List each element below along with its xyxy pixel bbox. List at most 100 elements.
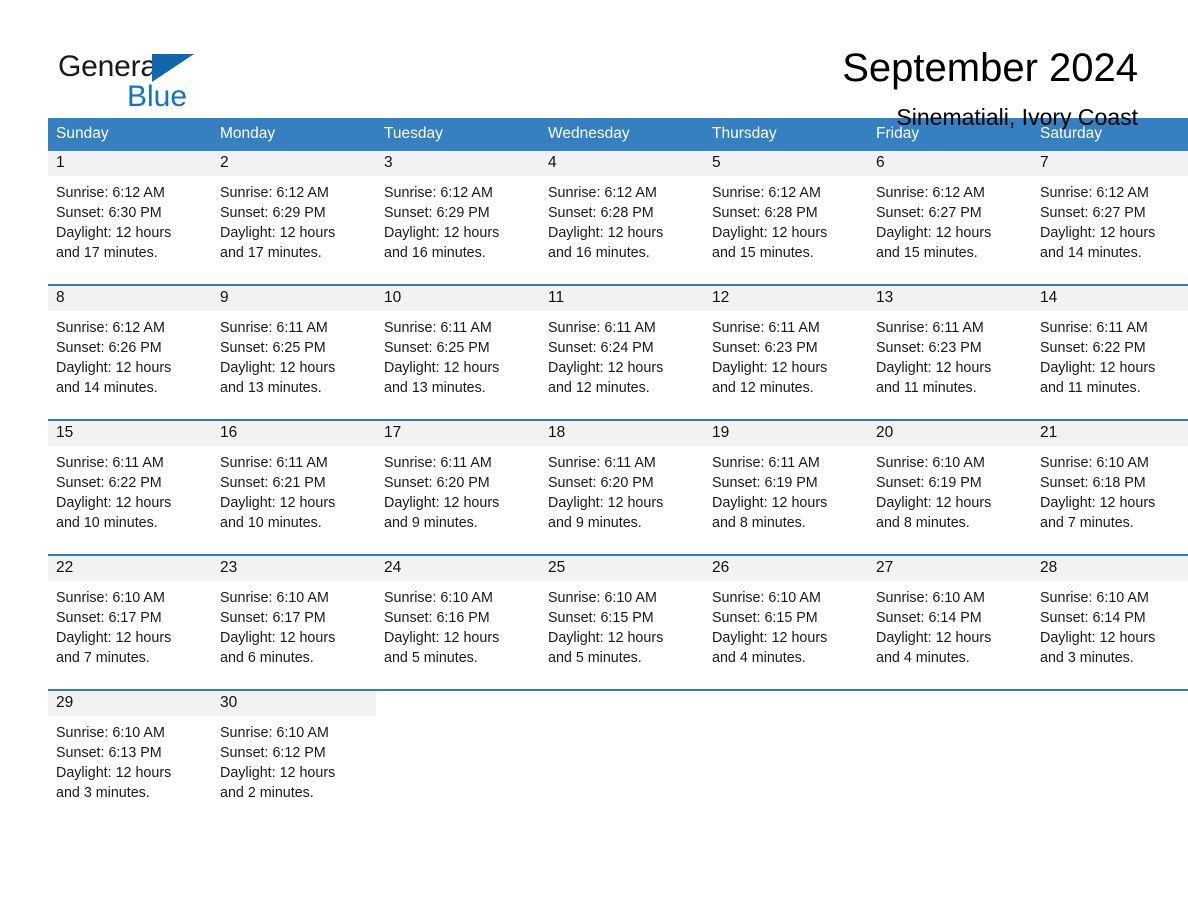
calendar-cell[interactable]: 25 Sunrise: 6:10 AM Sunset: 6:15 PM Dayl… xyxy=(540,554,704,690)
day-number: 22 xyxy=(56,559,74,576)
day-number-band: 15 xyxy=(48,421,212,446)
calendar-cell[interactable]: 7 Sunrise: 6:12 AM Sunset: 6:27 PM Dayli… xyxy=(1032,151,1188,285)
sunrise-text: Sunrise: 6:10 AM xyxy=(56,725,165,741)
day-number-band: 29 xyxy=(48,691,212,716)
calendar-cell[interactable]: 4 Sunrise: 6:12 AM Sunset: 6:28 PM Dayli… xyxy=(540,151,704,285)
sunset-text: Sunset: 6:19 PM xyxy=(876,475,982,491)
calendar-cell[interactable]: 13 Sunrise: 6:11 AM Sunset: 6:23 PM Dayl… xyxy=(868,284,1032,420)
day-number-band xyxy=(704,691,868,716)
daylight-text-cont: and 15 minutes. xyxy=(876,245,978,261)
daylight-text-cont: and 4 minutes. xyxy=(712,650,806,666)
calendar-cell[interactable]: 27 Sunrise: 6:10 AM Sunset: 6:14 PM Dayl… xyxy=(868,554,1032,690)
sunset-text: Sunset: 6:14 PM xyxy=(876,610,982,626)
day-cell: 7 Sunrise: 6:12 AM Sunset: 6:27 PM Dayli… xyxy=(1032,151,1188,284)
calendar-cell-empty xyxy=(540,689,704,824)
day-cell: 19 Sunrise: 6:11 AM Sunset: 6:19 PM Dayl… xyxy=(704,421,868,554)
calendar-cell[interactable]: 5 Sunrise: 6:12 AM Sunset: 6:28 PM Dayli… xyxy=(704,151,868,285)
calendar-cell[interactable]: 22 Sunrise: 6:10 AM Sunset: 6:17 PM Dayl… xyxy=(48,554,212,690)
calendar-cell[interactable]: 21 Sunrise: 6:10 AM Sunset: 6:18 PM Dayl… xyxy=(1032,419,1188,555)
sunrise-text: Sunrise: 6:12 AM xyxy=(548,185,657,201)
calendar-cell[interactable]: 29 Sunrise: 6:10 AM Sunset: 6:13 PM Dayl… xyxy=(48,689,212,824)
day-cell: 25 Sunrise: 6:10 AM Sunset: 6:15 PM Dayl… xyxy=(540,556,704,689)
calendar-cell[interactable]: 6 Sunrise: 6:12 AM Sunset: 6:27 PM Dayli… xyxy=(868,151,1032,285)
blue-triangle-icon xyxy=(152,54,194,82)
calendar-cell[interactable]: 28 Sunrise: 6:10 AM Sunset: 6:14 PM Dayl… xyxy=(1032,554,1188,690)
weekday-header-tuesday: Tuesday xyxy=(376,118,540,151)
calendar-cell[interactable]: 30 Sunrise: 6:10 AM Sunset: 6:12 PM Dayl… xyxy=(212,689,376,824)
daylight-text-cont: and 13 minutes. xyxy=(384,380,486,396)
calendar-cell-empty xyxy=(1032,689,1188,824)
sunset-text: Sunset: 6:20 PM xyxy=(384,475,490,491)
daylight-text: Daylight: 12 hours xyxy=(220,495,336,511)
day-cell: 9 Sunrise: 6:11 AM Sunset: 6:25 PM Dayli… xyxy=(212,286,376,419)
sunrise-text: Sunrise: 6:10 AM xyxy=(384,590,493,606)
calendar-cell-empty xyxy=(376,689,540,824)
day-number-band: 20 xyxy=(868,421,1032,446)
daylight-text: Daylight: 12 hours xyxy=(712,225,828,241)
day-cell: 24 Sunrise: 6:10 AM Sunset: 6:16 PM Dayl… xyxy=(376,556,540,689)
sunrise-text: Sunrise: 6:11 AM xyxy=(712,320,820,336)
daylight-text-cont: and 17 minutes. xyxy=(56,245,158,261)
sunset-text: Sunset: 6:17 PM xyxy=(220,610,326,626)
day-number: 9 xyxy=(220,289,229,306)
calendar-cell[interactable]: 2 Sunrise: 6:12 AM Sunset: 6:29 PM Dayli… xyxy=(212,151,376,285)
sunset-text: Sunset: 6:23 PM xyxy=(876,340,982,356)
daylight-text-cont: and 7 minutes. xyxy=(1040,515,1134,531)
day-number: 17 xyxy=(384,424,402,441)
day-number-band: 12 xyxy=(704,286,868,311)
sunset-text: Sunset: 6:18 PM xyxy=(1040,475,1146,491)
calendar-cell-empty xyxy=(704,689,868,824)
day-cell: 5 Sunrise: 6:12 AM Sunset: 6:28 PM Dayli… xyxy=(704,151,868,284)
day-cell: 3 Sunrise: 6:12 AM Sunset: 6:29 PM Dayli… xyxy=(376,151,540,284)
calendar-week-row: 8 Sunrise: 6:12 AM Sunset: 6:26 PM Dayli… xyxy=(48,284,1188,420)
day-number-band xyxy=(1032,691,1188,716)
day-number: 1 xyxy=(56,154,65,171)
daylight-text-cont: and 3 minutes. xyxy=(1040,650,1134,666)
calendar-cell[interactable]: 26 Sunrise: 6:10 AM Sunset: 6:15 PM Dayl… xyxy=(704,554,868,690)
daylight-text: Daylight: 12 hours xyxy=(1040,630,1156,646)
day-details: Sunrise: 6:10 AM Sunset: 6:17 PM Dayligh… xyxy=(48,581,212,689)
calendar-cell[interactable]: 14 Sunrise: 6:11 AM Sunset: 6:22 PM Dayl… xyxy=(1032,284,1188,420)
day-number-band: 19 xyxy=(704,421,868,446)
calendar-cell[interactable]: 19 Sunrise: 6:11 AM Sunset: 6:19 PM Dayl… xyxy=(704,419,868,555)
calendar-cell[interactable]: 11 Sunrise: 6:11 AM Sunset: 6:24 PM Dayl… xyxy=(540,284,704,420)
calendar-cell[interactable]: 8 Sunrise: 6:12 AM Sunset: 6:26 PM Dayli… xyxy=(48,284,212,420)
calendar-cell[interactable]: 20 Sunrise: 6:10 AM Sunset: 6:19 PM Dayl… xyxy=(868,419,1032,555)
calendar-cell[interactable]: 12 Sunrise: 6:11 AM Sunset: 6:23 PM Dayl… xyxy=(704,284,868,420)
generalblue-logo[interactable]: General Blue xyxy=(58,46,218,118)
daylight-text: Daylight: 12 hours xyxy=(220,765,336,781)
calendar-cell[interactable]: 16 Sunrise: 6:11 AM Sunset: 6:21 PM Dayl… xyxy=(212,419,376,555)
day-details: Sunrise: 6:10 AM Sunset: 6:15 PM Dayligh… xyxy=(704,581,868,689)
calendar-cell[interactable]: 10 Sunrise: 6:11 AM Sunset: 6:25 PM Dayl… xyxy=(376,284,540,420)
calendar-cell[interactable]: 15 Sunrise: 6:11 AM Sunset: 6:22 PM Dayl… xyxy=(48,419,212,555)
day-number-band xyxy=(868,691,1032,716)
day-number: 4 xyxy=(548,154,557,171)
calendar-cell[interactable]: 18 Sunrise: 6:11 AM Sunset: 6:20 PM Dayl… xyxy=(540,419,704,555)
day-number-band xyxy=(540,691,704,716)
sunset-text: Sunset: 6:23 PM xyxy=(712,340,818,356)
calendar-cell[interactable]: 23 Sunrise: 6:10 AM Sunset: 6:17 PM Dayl… xyxy=(212,554,376,690)
daylight-text: Daylight: 12 hours xyxy=(56,495,172,511)
day-number-band: 4 xyxy=(540,151,704,176)
day-details: Sunrise: 6:12 AM Sunset: 6:27 PM Dayligh… xyxy=(1032,176,1188,284)
calendar-cell[interactable]: 3 Sunrise: 6:12 AM Sunset: 6:29 PM Dayli… xyxy=(376,151,540,285)
sunset-text: Sunset: 6:19 PM xyxy=(712,475,818,491)
day-cell: 20 Sunrise: 6:10 AM Sunset: 6:19 PM Dayl… xyxy=(868,421,1032,554)
day-details: Sunrise: 6:12 AM Sunset: 6:27 PM Dayligh… xyxy=(868,176,1032,284)
sunset-text: Sunset: 6:27 PM xyxy=(876,205,982,221)
logo-text-general: General xyxy=(58,50,164,83)
calendar-cell[interactable]: 1 Sunrise: 6:12 AM Sunset: 6:30 PM Dayli… xyxy=(48,151,212,285)
day-cell: 22 Sunrise: 6:10 AM Sunset: 6:17 PM Dayl… xyxy=(48,556,212,689)
daylight-text: Daylight: 12 hours xyxy=(384,495,500,511)
calendar-cell[interactable]: 17 Sunrise: 6:11 AM Sunset: 6:20 PM Dayl… xyxy=(376,419,540,555)
calendar-cell[interactable]: 24 Sunrise: 6:10 AM Sunset: 6:16 PM Dayl… xyxy=(376,554,540,690)
sunrise-text: Sunrise: 6:11 AM xyxy=(384,455,492,471)
day-number-band: 25 xyxy=(540,556,704,581)
calendar-week-row: 15 Sunrise: 6:11 AM Sunset: 6:22 PM Dayl… xyxy=(48,419,1188,555)
day-cell: 11 Sunrise: 6:11 AM Sunset: 6:24 PM Dayl… xyxy=(540,286,704,419)
sunrise-sunset-calendar-table: Sunday Monday Tuesday Wednesday Thursday… xyxy=(48,118,1188,824)
sunrise-text: Sunrise: 6:11 AM xyxy=(548,455,656,471)
daylight-text: Daylight: 12 hours xyxy=(56,765,172,781)
calendar-cell[interactable]: 9 Sunrise: 6:11 AM Sunset: 6:25 PM Dayli… xyxy=(212,284,376,420)
day-number: 12 xyxy=(712,289,730,306)
